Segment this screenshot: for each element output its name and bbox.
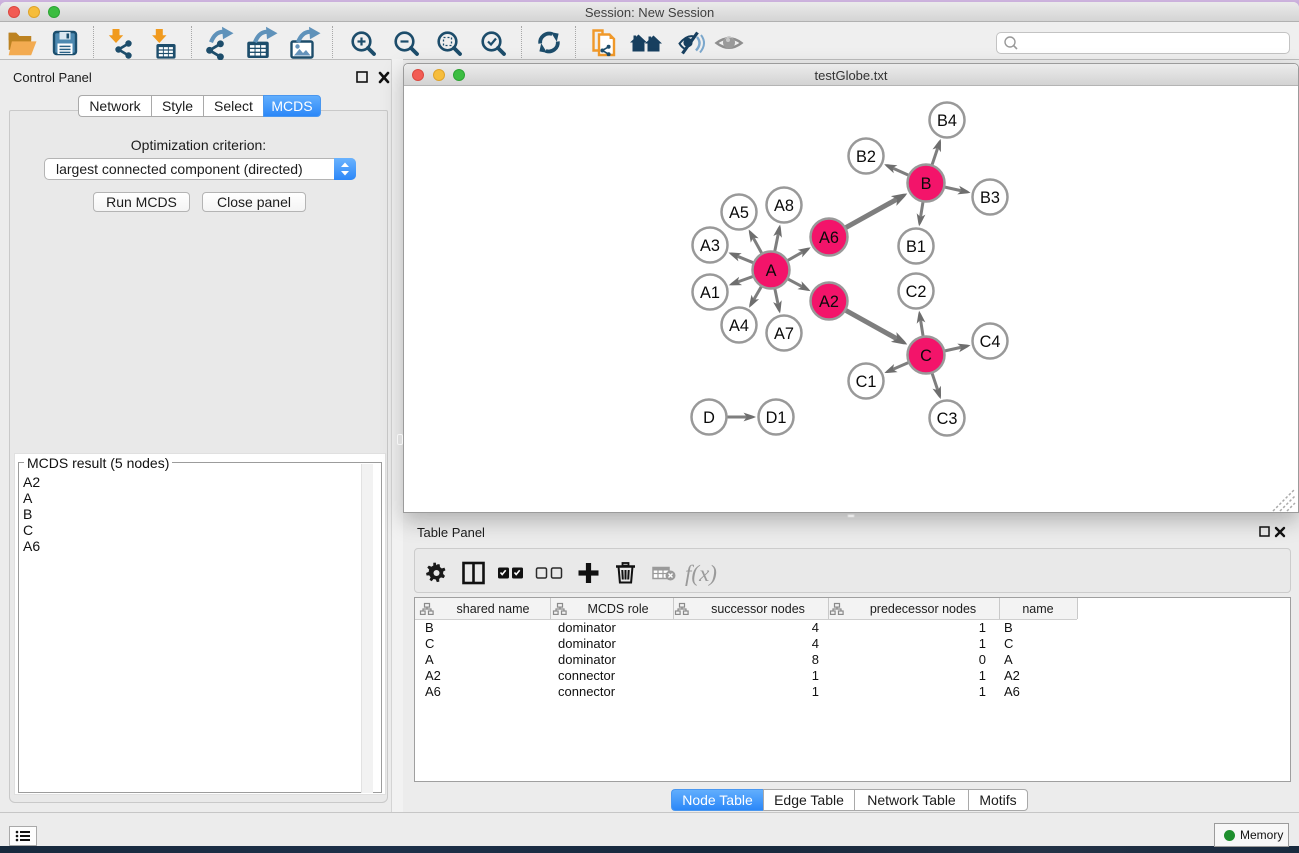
svg-text:A3: A3 bbox=[700, 237, 720, 255]
svg-text:connector: connector bbox=[558, 668, 616, 683]
svg-text:A2: A2 bbox=[819, 293, 839, 311]
svg-text:8: 8 bbox=[812, 652, 819, 667]
svg-text:B: B bbox=[921, 175, 932, 193]
svg-text:dominator: dominator bbox=[558, 636, 616, 651]
svg-text:A6: A6 bbox=[1004, 684, 1020, 699]
svg-text:1: 1 bbox=[979, 636, 986, 651]
svg-text:A4: A4 bbox=[729, 317, 749, 335]
svg-text:1: 1 bbox=[979, 684, 986, 699]
svg-text:connector: connector bbox=[558, 684, 616, 699]
svg-text:A: A bbox=[425, 652, 434, 667]
svg-text:1: 1 bbox=[979, 668, 986, 683]
svg-text:A1: A1 bbox=[700, 284, 720, 302]
svg-text:successor nodes: successor nodes bbox=[711, 602, 805, 616]
svg-text:A: A bbox=[1004, 652, 1013, 667]
svg-text:4: 4 bbox=[812, 636, 819, 651]
svg-text:B1: B1 bbox=[906, 238, 926, 256]
svg-text:A6: A6 bbox=[819, 229, 839, 247]
svg-text:A8: A8 bbox=[774, 197, 794, 215]
svg-text:A2: A2 bbox=[1004, 668, 1020, 683]
svg-text:A6: A6 bbox=[425, 684, 441, 699]
svg-text:dominator: dominator bbox=[558, 620, 616, 635]
svg-text:B2: B2 bbox=[856, 148, 876, 166]
svg-text:C4: C4 bbox=[980, 333, 1001, 351]
svg-text:1: 1 bbox=[979, 620, 986, 635]
svg-text:MCDS role: MCDS role bbox=[587, 602, 648, 616]
svg-text:B4: B4 bbox=[937, 112, 957, 130]
svg-text:C: C bbox=[1004, 636, 1013, 651]
svg-text:A2: A2 bbox=[425, 668, 441, 683]
svg-text:B: B bbox=[425, 620, 434, 635]
svg-text:C: C bbox=[425, 636, 434, 651]
svg-text:A7: A7 bbox=[774, 325, 794, 343]
svg-text:shared name: shared name bbox=[457, 602, 530, 616]
svg-text:4: 4 bbox=[812, 620, 819, 635]
svg-text:f(x): f(x) bbox=[685, 561, 717, 586]
svg-text:C: C bbox=[920, 347, 932, 365]
svg-text:name: name bbox=[1022, 602, 1053, 616]
svg-text:D: D bbox=[703, 409, 715, 427]
svg-text:B3: B3 bbox=[980, 189, 1000, 207]
svg-text:1: 1 bbox=[812, 684, 819, 699]
svg-text:dominator: dominator bbox=[558, 652, 616, 667]
svg-text:A5: A5 bbox=[729, 204, 749, 222]
svg-text:predecessor nodes: predecessor nodes bbox=[870, 602, 976, 616]
svg-text:B: B bbox=[1004, 620, 1013, 635]
svg-text:C3: C3 bbox=[937, 410, 958, 428]
svg-text:0: 0 bbox=[979, 652, 986, 667]
svg-text:1: 1 bbox=[812, 668, 819, 683]
svg-text:C1: C1 bbox=[856, 373, 877, 391]
svg-text:D1: D1 bbox=[766, 409, 787, 427]
svg-text:C2: C2 bbox=[906, 283, 927, 301]
svg-text:A: A bbox=[766, 262, 777, 280]
